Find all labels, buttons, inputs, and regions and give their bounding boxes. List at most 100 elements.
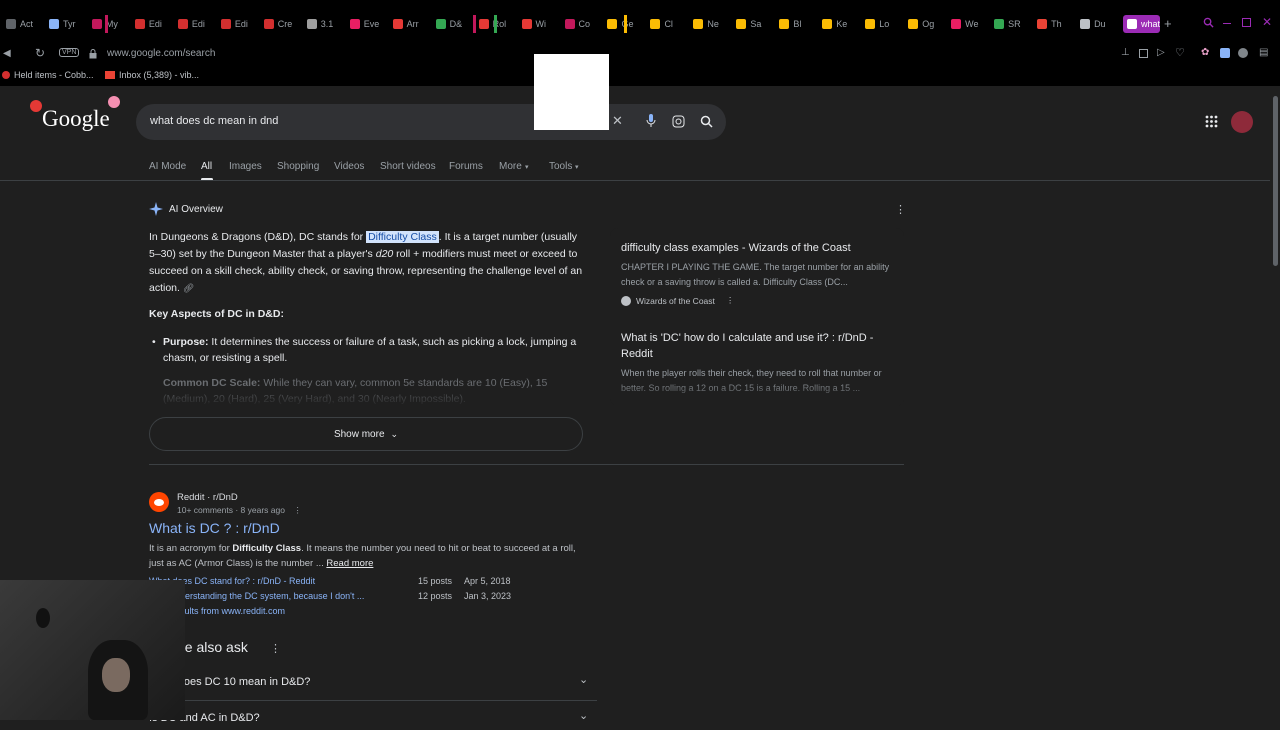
browser-tab[interactable]: Edi bbox=[177, 14, 215, 34]
browser-tab[interactable]: Ne bbox=[693, 14, 730, 34]
browser-tab[interactable]: what do bbox=[1123, 15, 1160, 33]
read-more-link[interactable]: Read more bbox=[326, 558, 373, 569]
browser-tab[interactable]: We bbox=[951, 14, 988, 34]
tab-forums[interactable]: Forums bbox=[449, 161, 483, 172]
paa-question[interactable]: What does DC 10 mean in D&D? ⌄ bbox=[149, 666, 597, 696]
tab-images[interactable]: Images bbox=[229, 161, 262, 172]
logo-text: Google bbox=[42, 106, 110, 131]
more-options-icon[interactable]: ⋮ bbox=[895, 203, 906, 216]
browser-tab[interactable]: Arr bbox=[392, 14, 430, 34]
wotc-icon bbox=[621, 295, 631, 306]
tab-label: Edi bbox=[148, 19, 162, 29]
search-box[interactable]: what does dc mean in dnd ✕ bbox=[136, 104, 726, 140]
logo-doodle-icon bbox=[108, 96, 120, 108]
reload-icon[interactable]: ↻ bbox=[35, 46, 45, 60]
browser-tab[interactable]: Bl bbox=[779, 14, 816, 34]
tab-more[interactable]: More bbox=[499, 161, 522, 172]
tab-all[interactable]: All bbox=[201, 161, 212, 172]
search-tabs-icon[interactable] bbox=[1203, 17, 1214, 28]
scrollbar-thumb[interactable] bbox=[1273, 96, 1278, 266]
tab-favicon-icon bbox=[908, 19, 919, 29]
more-options-icon[interactable]: ⋮ bbox=[293, 505, 302, 515]
browser-tab[interactable]: Act bbox=[6, 14, 43, 34]
result-meta: 10+ comments · 8 years ago ⋮ bbox=[177, 505, 302, 516]
result-title-link[interactable]: What is DC ? : r/DnD bbox=[149, 520, 280, 536]
source-attribution[interactable]: Wizards of the Coast ⋮ bbox=[621, 295, 734, 306]
sublink-date: Apr 5, 2018 bbox=[464, 576, 511, 586]
page-scrollbar[interactable] bbox=[1270, 86, 1280, 720]
back-icon[interactable]: ◀ bbox=[3, 48, 11, 59]
paa-question[interactable]: Is DC and AC in D&D? ⌄ bbox=[149, 700, 597, 730]
browser-tab[interactable]: Co bbox=[564, 14, 602, 34]
maximize-icon[interactable] bbox=[1242, 18, 1251, 27]
address-bar[interactable]: www.google.com/search bbox=[107, 48, 215, 59]
browser-tab[interactable]: Cl bbox=[650, 14, 687, 34]
sidebar-icon[interactable]: ▤ bbox=[1259, 47, 1268, 58]
search-icon[interactable] bbox=[700, 115, 713, 128]
show-more-button[interactable]: Show more ⌄ bbox=[149, 417, 583, 451]
search-input[interactable]: what does dc mean in dnd bbox=[150, 115, 278, 127]
browser-tab[interactable]: 3.1 bbox=[306, 14, 344, 34]
tab-ai-mode[interactable]: AI Mode bbox=[149, 161, 186, 172]
browser-tab[interactable]: Du bbox=[1080, 14, 1117, 34]
wallet-icon[interactable] bbox=[1220, 48, 1230, 58]
tools-button[interactable]: Tools bbox=[549, 161, 572, 172]
browser-tab[interactable]: Eve bbox=[349, 14, 387, 34]
browser-tab[interactable]: Cre bbox=[263, 14, 301, 34]
browser-tab[interactable]: Wi bbox=[521, 14, 559, 34]
source-title[interactable]: What is 'DC' how do I calculate and use … bbox=[621, 330, 891, 362]
close-window-icon[interactable]: ✕ bbox=[1262, 15, 1272, 29]
tab-favicon-icon bbox=[564, 19, 575, 29]
tab-shopping[interactable]: Shopping bbox=[277, 161, 319, 172]
browser-tab[interactable]: Edi bbox=[220, 14, 258, 34]
play-icon[interactable]: ▷ bbox=[1157, 47, 1165, 58]
profile-icon[interactable] bbox=[1238, 48, 1248, 58]
tab-group-marker[interactable] bbox=[105, 15, 108, 33]
browser-tab[interactable]: Ke bbox=[822, 14, 859, 34]
source-title[interactable]: difficulty class examples - Wizards of t… bbox=[621, 240, 891, 256]
browser-tab[interactable]: Tyr bbox=[48, 14, 86, 34]
tab-group-marker[interactable] bbox=[624, 15, 627, 33]
account-avatar[interactable] bbox=[1231, 111, 1253, 133]
tab-group-marker[interactable] bbox=[494, 15, 497, 33]
browser-tab[interactable]: Edi bbox=[134, 14, 172, 34]
new-tab-button[interactable]: + bbox=[1164, 16, 1172, 31]
tab-label: D& bbox=[449, 19, 463, 29]
pin-icon[interactable]: ⊥ bbox=[1121, 47, 1130, 58]
apps-grid-icon[interactable] bbox=[1205, 115, 1218, 128]
tab-favicon-icon bbox=[650, 19, 661, 29]
more-options-icon[interactable]: ⋮ bbox=[726, 295, 735, 306]
tab-short-videos[interactable]: Short videos bbox=[380, 161, 436, 172]
tab-favicon-icon bbox=[693, 19, 704, 29]
snapshot-icon[interactable] bbox=[1139, 49, 1148, 58]
more-options-icon[interactable]: ⋮ bbox=[270, 642, 281, 655]
bookmark-held-items[interactable]: Held items - Cobb... bbox=[2, 70, 94, 80]
lens-icon[interactable] bbox=[672, 115, 685, 128]
browser-tab[interactable]: My bbox=[91, 14, 129, 34]
tab-favicon-icon bbox=[435, 19, 446, 29]
heart-icon[interactable]: ♡ bbox=[1175, 46, 1185, 59]
tab-favicon-icon bbox=[220, 19, 231, 29]
extensions-icon[interactable]: ✿ bbox=[1201, 47, 1209, 58]
tab-videos[interactable]: Videos bbox=[334, 161, 364, 172]
vpn-badge[interactable]: VPN bbox=[59, 48, 80, 57]
google-logo[interactable]: Google bbox=[30, 96, 120, 132]
browser-tab[interactable]: SR bbox=[994, 14, 1031, 34]
browser-tab[interactable]: Sa bbox=[736, 14, 773, 34]
browser-tab[interactable]: Rol bbox=[478, 14, 516, 34]
clear-icon[interactable]: ✕ bbox=[612, 113, 623, 129]
tab-group-marker[interactable] bbox=[473, 15, 476, 33]
microphone-icon[interactable] bbox=[646, 114, 656, 128]
ai-overview-title: AI Overview bbox=[169, 204, 223, 215]
browser-tab[interactable]: D& bbox=[435, 14, 473, 34]
link-icon[interactable]: 🔗︎ bbox=[183, 283, 194, 293]
browser-tab[interactable]: Th bbox=[1037, 14, 1074, 34]
bookmark-inbox[interactable]: Inbox (5,389) - vib... bbox=[105, 70, 199, 80]
browser-tab[interactable]: Lo bbox=[865, 14, 902, 34]
tab-favicon-icon bbox=[6, 19, 16, 29]
tab-label: Wi bbox=[535, 19, 547, 29]
gmail-icon bbox=[105, 71, 115, 79]
minimize-icon[interactable] bbox=[1223, 23, 1231, 24]
browser-tab[interactable]: Og bbox=[908, 14, 945, 34]
result-site-name[interactable]: Reddit · r/DnD bbox=[177, 492, 238, 503]
